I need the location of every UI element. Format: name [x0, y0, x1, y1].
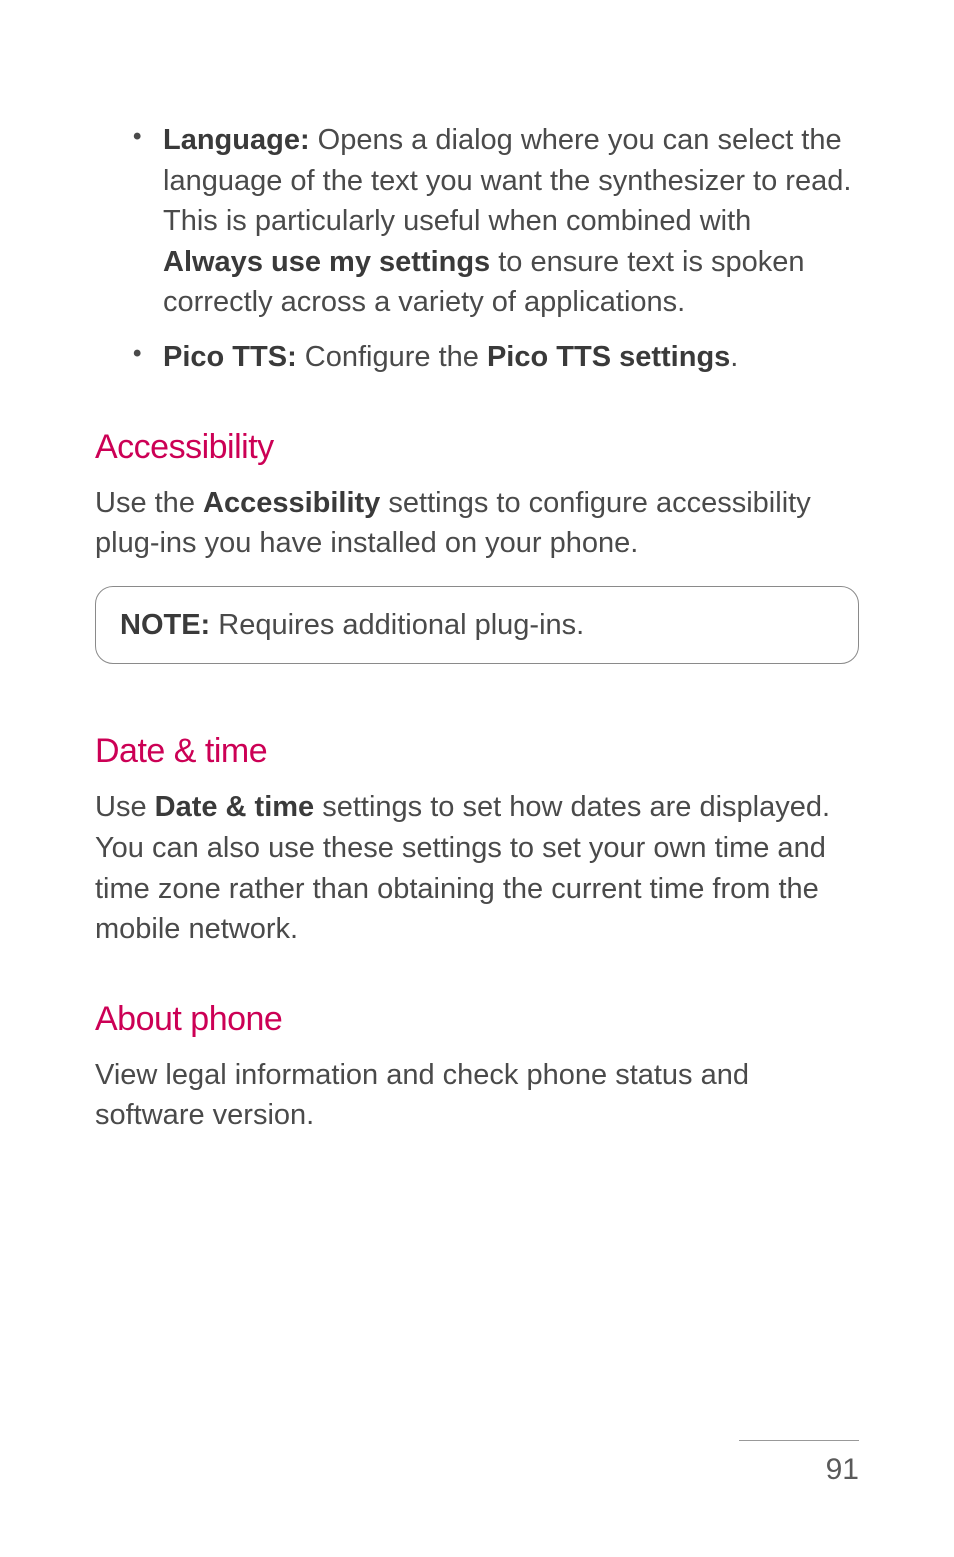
para-bold: Date & time [155, 791, 315, 823]
bullet-text-before: Configure the [297, 341, 487, 373]
page-number-area: 91 [739, 1440, 859, 1487]
heading-accessibility: Accessibility [95, 428, 859, 467]
para-text-before: Use [95, 791, 155, 823]
bullet-item-language: Language: Opens a dialog where you can s… [133, 120, 859, 323]
bullet-item-pico-tts: Pico TTS: Configure the Pico TTS setting… [133, 337, 859, 378]
page-number: 91 [739, 1453, 859, 1487]
heading-datetime: Date & time [95, 732, 859, 771]
para-bold: Accessibility [203, 487, 380, 519]
note-content: NOTE: Requires additional plug-ins. [120, 605, 834, 646]
section-datetime: Date & time Use Date & time settings to … [95, 732, 859, 949]
paragraph-aboutphone: View legal information and check phone s… [95, 1055, 859, 1136]
section-aboutphone: About phone View legal information and c… [95, 1000, 859, 1136]
note-text: Requires additional plug-ins. [210, 609, 584, 641]
section-accessibility: Accessibility Use the Accessibility sett… [95, 428, 859, 665]
page-number-divider [739, 1440, 859, 1441]
bullet-list: Language: Opens a dialog where you can s… [95, 120, 859, 378]
bullet-text-after: . [730, 341, 738, 373]
note-box: NOTE: Requires additional plug-ins. [95, 586, 859, 665]
bullet-label: Language: [163, 124, 310, 156]
bullet-bold-mid: Pico TTS settings [487, 341, 730, 373]
note-label: NOTE: [120, 609, 210, 641]
para-text-before: Use the [95, 487, 203, 519]
bullet-label: Pico TTS: [163, 341, 297, 373]
paragraph-accessibility: Use the Accessibility settings to config… [95, 483, 859, 564]
heading-aboutphone: About phone [95, 1000, 859, 1039]
paragraph-datetime: Use Date & time settings to set how date… [95, 787, 859, 949]
page-content: Language: Opens a dialog where you can s… [0, 0, 954, 1136]
bullet-bold-mid: Always use my settings [163, 246, 490, 278]
